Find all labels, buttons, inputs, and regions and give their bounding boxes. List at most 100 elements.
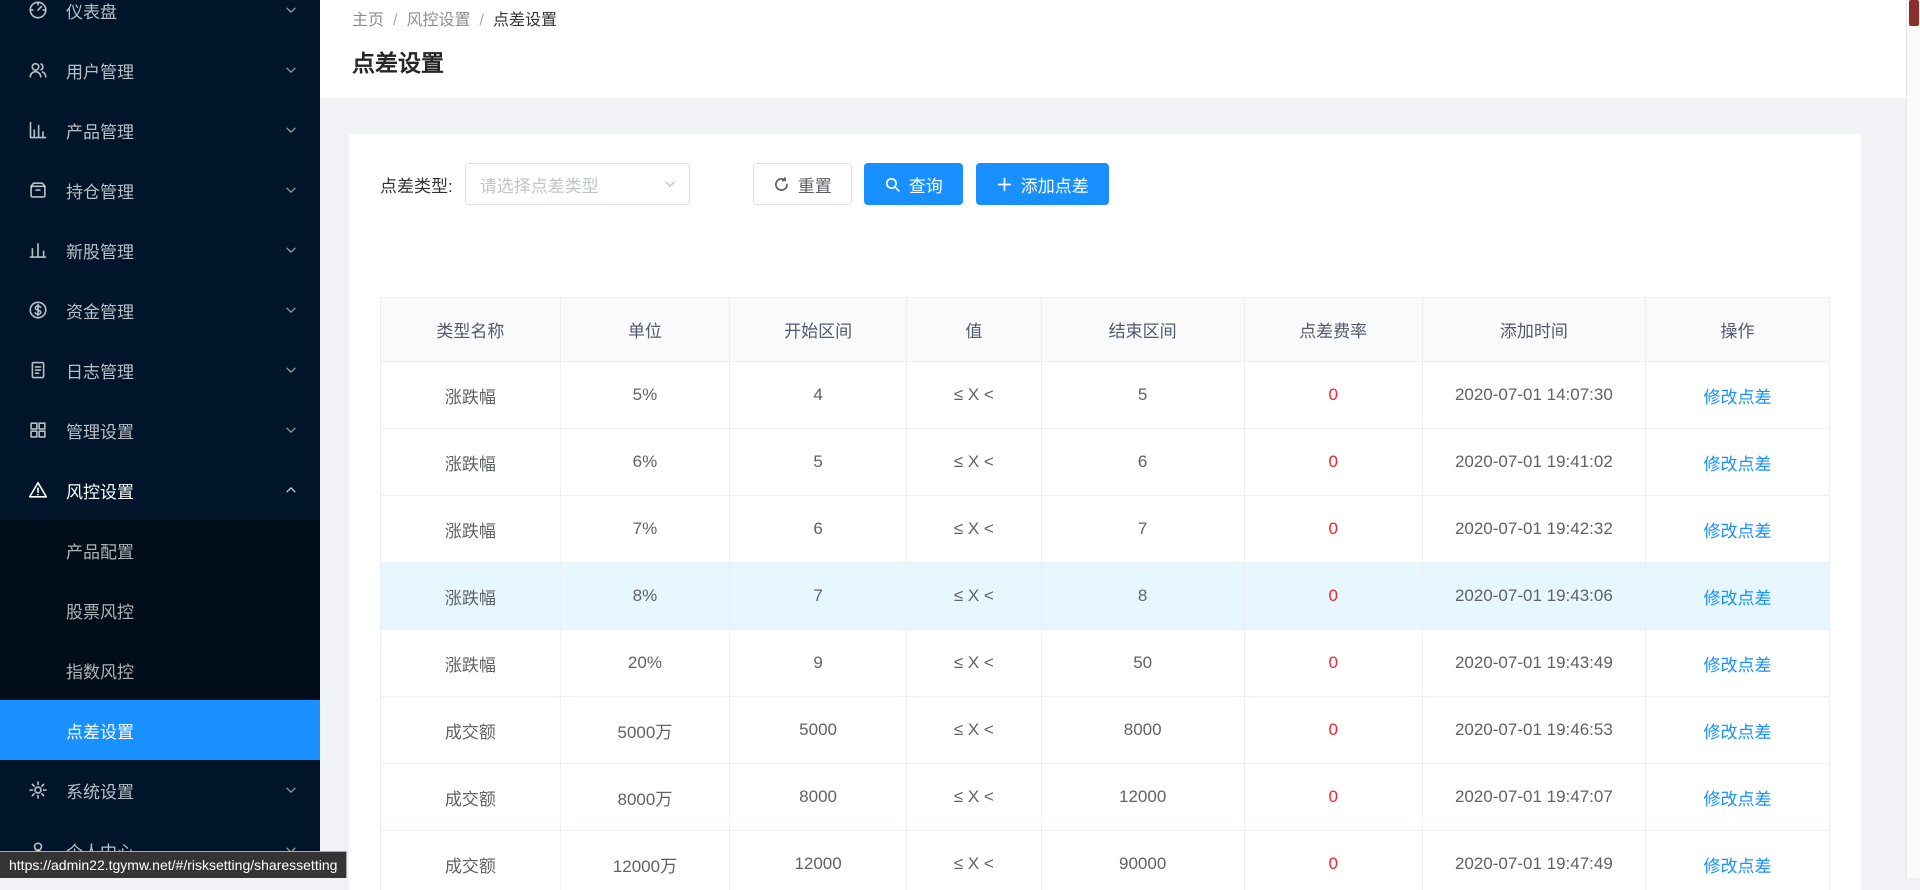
cell-time: 2020-07-01 19:41:02	[1422, 429, 1645, 496]
chevron-down-icon	[284, 243, 298, 257]
sidebar-item-label: 产品管理	[66, 118, 284, 143]
sidebar-menu: 仪表盘用户管理产品管理持仓管理新股管理资金管理日志管理管理设置风控设置产品配置股…	[0, 0, 320, 878]
funds-icon	[28, 300, 52, 320]
breadcrumb-item[interactable]: 风控设置	[406, 12, 470, 29]
main-area: 主页/风控设置/点差设置 点差设置 点差类型: 请选择点差类型 重置 查询	[320, 0, 1906, 878]
newstock-icon	[28, 240, 52, 260]
breadcrumb-separator: /	[479, 12, 483, 29]
cell-action: 修改点差	[1645, 563, 1829, 630]
edit-spread-link[interactable]: 修改点差	[1703, 388, 1771, 407]
cell-action: 修改点差	[1645, 496, 1829, 563]
column-header: 操作	[1645, 298, 1829, 362]
logs-icon	[28, 360, 52, 380]
chevron-down-icon	[284, 423, 298, 437]
status-url: https://admin22.tgymw.net/#/risksetting/…	[0, 851, 347, 878]
chevron-down-icon	[284, 183, 298, 197]
sidebar-item-new-stock[interactable]: 新股管理	[0, 220, 320, 280]
cell-time: 2020-07-01 19:47:07	[1422, 764, 1645, 831]
column-header: 值	[906, 298, 1041, 362]
column-header: 点差费率	[1244, 298, 1422, 362]
cell-time: 2020-07-01 19:43:06	[1422, 563, 1645, 630]
cell-rate: 0	[1244, 831, 1422, 890]
breadcrumb-item[interactable]: 主页	[352, 12, 384, 29]
breadcrumb-separator: /	[393, 12, 397, 29]
edit-spread-link[interactable]: 修改点差	[1703, 723, 1771, 742]
sidebar-item-manage[interactable]: 管理设置	[0, 400, 320, 460]
column-header: 类型名称	[381, 298, 561, 362]
cell-end: 8	[1041, 563, 1244, 630]
cell-time: 2020-07-01 19:42:32	[1422, 496, 1645, 563]
table-row: 成交额8000万8000≤ X <1200002020-07-01 19:47:…	[381, 764, 1830, 831]
sidebar-item-risk[interactable]: 风控设置	[0, 460, 320, 520]
sidebar-item-positions[interactable]: 持仓管理	[0, 160, 320, 220]
cell-start: 9	[730, 630, 907, 697]
cell-start: 12000	[730, 831, 907, 890]
cell-action: 修改点差	[1645, 764, 1829, 831]
cell-action: 修改点差	[1645, 697, 1829, 764]
sidebar-item-label: 风控设置	[66, 478, 284, 503]
sidebar-item-stock-risk[interactable]: 股票风控	[0, 580, 320, 640]
cell-type: 涨跌幅	[381, 429, 561, 496]
cell-rate: 0	[1244, 429, 1422, 496]
cell-operator: ≤ X <	[906, 496, 1041, 563]
scrollbar-thumb[interactable]	[1909, 0, 1919, 26]
cell-end: 8000	[1041, 697, 1244, 764]
cell-unit: 7%	[560, 496, 730, 563]
scrollbar-track[interactable]	[1906, 0, 1920, 878]
sidebar-item-product-config[interactable]: 产品配置	[0, 520, 320, 580]
search-button[interactable]: 查询	[864, 163, 963, 205]
table-row: 成交额12000万12000≤ X <9000002020-07-01 19:4…	[381, 831, 1830, 890]
cell-unit: 20%	[560, 630, 730, 697]
sidebar-item-label: 日志管理	[66, 358, 284, 383]
add-spread-button[interactable]: 添加点差	[976, 163, 1109, 205]
edit-spread-link[interactable]: 修改点差	[1703, 656, 1771, 675]
cell-end: 7	[1041, 496, 1244, 563]
cell-rate: 0	[1244, 496, 1422, 563]
edit-spread-link[interactable]: 修改点差	[1703, 522, 1771, 541]
edit-spread-link[interactable]: 修改点差	[1703, 589, 1771, 608]
sidebar-item-label: 新股管理	[66, 238, 284, 263]
edit-spread-link[interactable]: 修改点差	[1703, 857, 1771, 876]
sidebar-item-system[interactable]: 系统设置	[0, 760, 320, 820]
sidebar-item-products[interactable]: 产品管理	[0, 100, 320, 160]
table-row: 涨跌幅6%5≤ X <602020-07-01 19:41:02修改点差	[381, 429, 1830, 496]
chevron-down-icon	[284, 3, 298, 17]
search-button-label: 查询	[909, 172, 943, 197]
edit-spread-link[interactable]: 修改点差	[1703, 790, 1771, 809]
cell-end: 12000	[1041, 764, 1244, 831]
manage-icon	[28, 420, 52, 440]
sidebar-item-logs[interactable]: 日志管理	[0, 340, 320, 400]
column-header: 结束区间	[1041, 298, 1244, 362]
sidebar-item-label: 持仓管理	[66, 178, 284, 203]
sidebar-item-dashboard[interactable]: 仪表盘	[0, 0, 320, 40]
reset-button[interactable]: 重置	[753, 163, 852, 205]
sidebar-item-index-risk[interactable]: 指数风控	[0, 640, 320, 700]
sidebar-item-spread-setting[interactable]: 点差设置	[0, 700, 320, 760]
sidebar-item-label: 仪表盘	[66, 0, 284, 23]
spread-type-select[interactable]: 请选择点差类型	[465, 163, 690, 205]
content-card: 点差类型: 请选择点差类型 重置 查询 添加点差	[349, 134, 1861, 890]
cell-unit: 12000万	[560, 831, 730, 890]
sidebar-item-funds[interactable]: 资金管理	[0, 280, 320, 340]
select-placeholder: 请选择点差类型	[480, 172, 599, 197]
chevron-down-icon	[663, 177, 677, 191]
content: 点差类型: 请选择点差类型 重置 查询 添加点差	[320, 98, 1906, 890]
table-row: 涨跌幅7%6≤ X <702020-07-01 19:42:32修改点差	[381, 496, 1830, 563]
cell-rate: 0	[1244, 764, 1422, 831]
cell-action: 修改点差	[1645, 630, 1829, 697]
cell-unit: 5000万	[560, 697, 730, 764]
table-row: 涨跌幅8%7≤ X <802020-07-01 19:43:06修改点差	[381, 563, 1830, 630]
cell-rate: 0	[1244, 362, 1422, 429]
breadcrumb-item: 点差设置	[493, 12, 557, 29]
table-row: 成交额5000万5000≤ X <800002020-07-01 19:46:5…	[381, 697, 1830, 764]
sidebar-item-users[interactable]: 用户管理	[0, 40, 320, 100]
cell-type: 涨跌幅	[381, 362, 561, 429]
cell-time: 2020-07-01 19:46:53	[1422, 697, 1645, 764]
edit-spread-link[interactable]: 修改点差	[1703, 455, 1771, 474]
cell-end: 6	[1041, 429, 1244, 496]
cell-end: 5	[1041, 362, 1244, 429]
cell-end: 90000	[1041, 831, 1244, 890]
chevron-down-icon	[284, 783, 298, 797]
sidebar-item-label: 资金管理	[66, 298, 284, 323]
cell-end: 50	[1041, 630, 1244, 697]
